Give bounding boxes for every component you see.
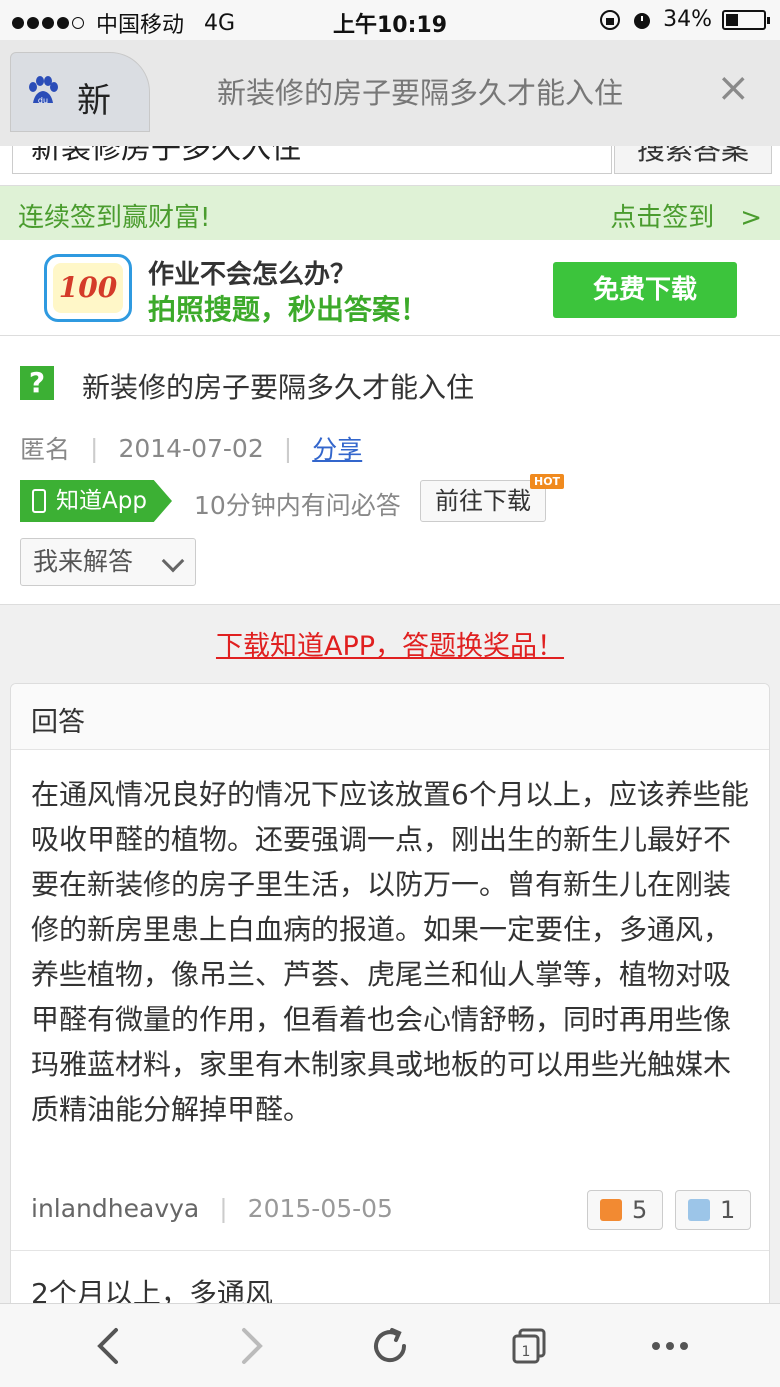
downvote-button[interactable]: 1 (675, 1190, 751, 1230)
chevron-down-icon (161, 549, 185, 573)
page-title: 新装修的房子要隔多久才能入住 (216, 76, 623, 110)
reload-icon[interactable] (366, 1322, 414, 1370)
thumbs-up-icon (600, 1199, 622, 1221)
browser-toolbar: 1 (0, 1303, 780, 1387)
alarm-icon (634, 12, 651, 29)
answer-user[interactable]: inlandheavya (31, 1194, 199, 1223)
question-section: ? 新装修的房子要隔多久才能入住 匿名 | 2014-07-02 | 分享 知道… (0, 336, 780, 605)
thumbs-down-icon (688, 1199, 710, 1221)
promo-link-row: 下载知道APP，答题换奖品！ (0, 624, 780, 663)
more-icon[interactable] (646, 1322, 694, 1370)
divider (11, 1250, 769, 1251)
hot-badge: HOT (530, 474, 565, 489)
checkin-bar[interactable]: 连续签到赢财富! 点击签到 > (0, 186, 780, 240)
back-icon[interactable] (86, 1322, 134, 1370)
search-button[interactable]: 搜索答案 (614, 146, 772, 174)
phone-icon (32, 489, 46, 513)
question-author: 匿名 (20, 435, 71, 464)
forward-icon[interactable] (226, 1322, 274, 1370)
app-tip-text: 10分钟内有问必答 (194, 491, 401, 520)
browser-tab[interactable]: du 新 (10, 52, 150, 132)
svg-text:du: du (38, 96, 48, 105)
answer-text: 在通风情况良好的情况下应该放置6个月以上，应该养些能吸收甲醛的植物。还要强调一点… (31, 778, 749, 1126)
goto-download-button[interactable]: 前往下载 (420, 480, 546, 522)
orientation-lock-icon (600, 9, 621, 30)
search-bar: 新装修房子多久入住 搜索答案 (0, 146, 780, 186)
answers-card: 回答 在通风情况良好的情况下应该放置6个月以上，应该养些能吸收甲醛的植物。还要强… (10, 683, 770, 1343)
ad-banner[interactable]: 100 作业不会怎么办？ 拍照搜题，秒出答案！ 免费下载 (0, 240, 780, 336)
status-bar: 中国移动 4G 上午10:19 34% (0, 0, 780, 40)
upvote-button[interactable]: 5 (587, 1190, 663, 1230)
ad-subline: 拍照搜题，秒出答案！ (148, 293, 429, 326)
answer-meta: inlandheavya | 2015-05-05 (31, 1194, 393, 1223)
battery-icon (722, 9, 770, 30)
homework-app-icon: 100 (44, 254, 132, 322)
free-download-button[interactable]: 免费下载 (553, 262, 737, 318)
browser-tab-bar: du 新 新装修的房子要隔多久才能入住 × (0, 40, 780, 146)
question-title: 新装修的房子要隔多久才能入住 (82, 371, 475, 404)
zhidao-app-badge[interactable]: 知道App (20, 480, 172, 522)
checkin-link[interactable]: 点击签到 > (610, 197, 762, 234)
close-icon[interactable]: × (716, 68, 750, 108)
question-mark-icon: ? (20, 366, 54, 400)
answers-header: 回答 (11, 684, 769, 750)
answer-dropdown-button[interactable]: 我来解答 (20, 538, 196, 586)
answer-date: 2015-05-05 (247, 1194, 393, 1223)
tabs-icon[interactable]: 1 (506, 1322, 554, 1370)
promo-link[interactable]: 下载知道APP，答题换奖品！ (216, 631, 564, 662)
question-meta: 匿名 | 2014-07-02 | 分享 (20, 430, 362, 466)
tab-count: 1 (522, 1344, 531, 1360)
question-date: 2014-07-02 (118, 433, 264, 463)
baidu-paw-icon: du (29, 76, 58, 105)
search-input[interactable]: 新装修房子多久入住 (12, 146, 612, 174)
battery-percent: 34% (663, 7, 712, 32)
ad-headline: 作业不会怎么办？ (148, 260, 357, 290)
checkin-promo-text: 连续签到赢财富! (18, 203, 211, 233)
share-link[interactable]: 分享 (312, 430, 362, 466)
tab-short-title: 新 (77, 81, 111, 121)
